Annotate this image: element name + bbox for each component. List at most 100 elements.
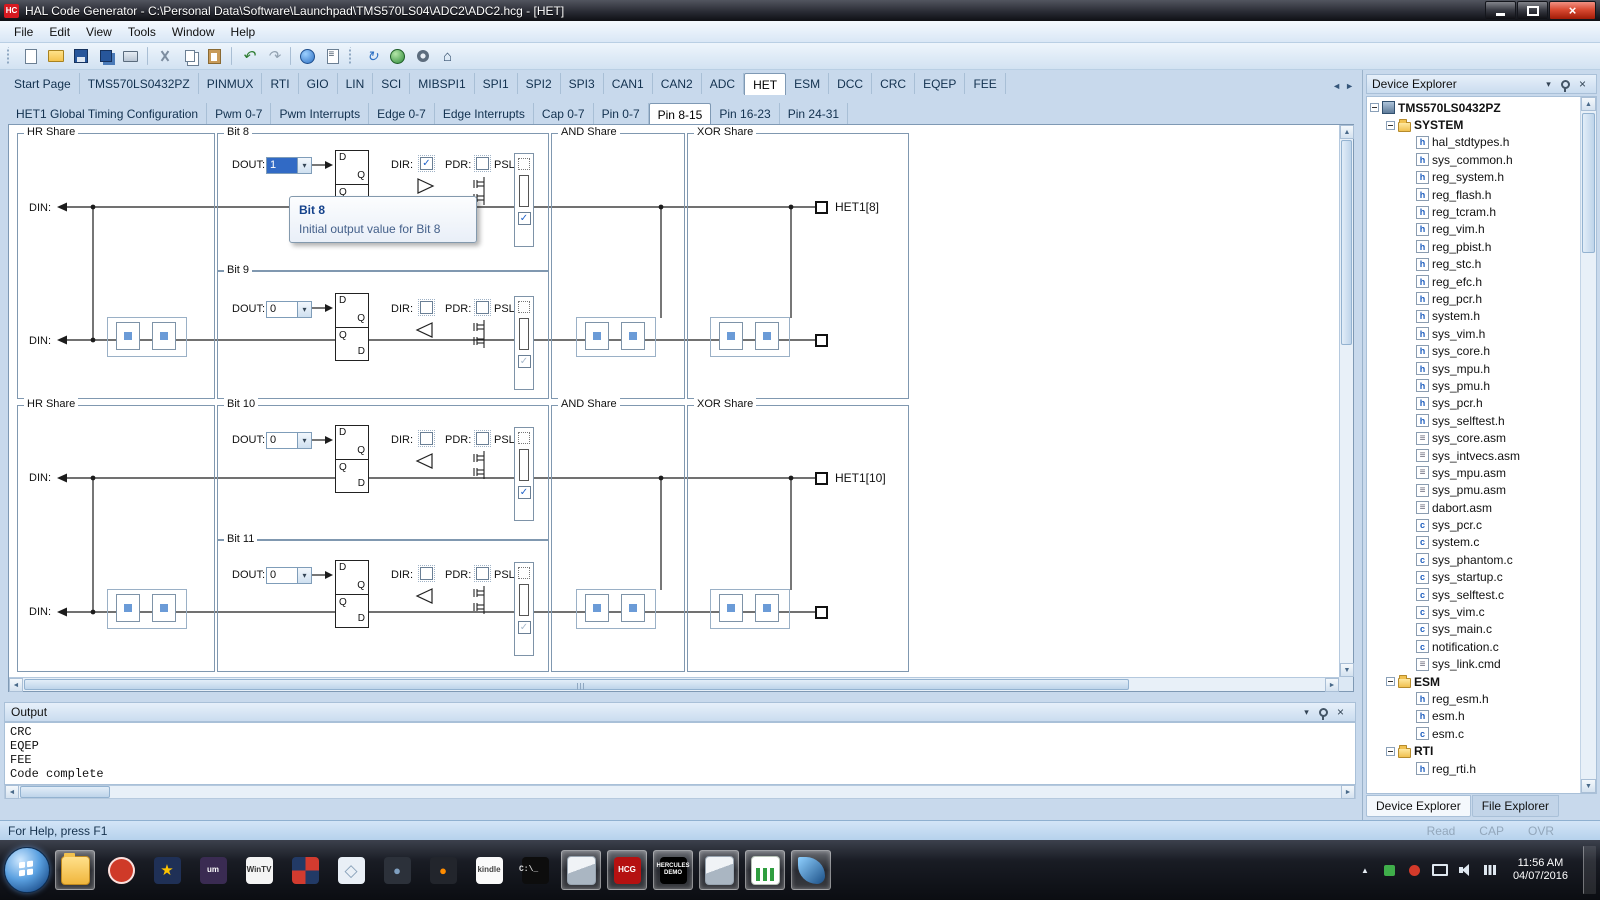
module-tab[interactable]: ADC [702, 73, 744, 94]
pdr-checkbox-bit10[interactable] [476, 432, 489, 445]
network-tray-icon[interactable] [1482, 862, 1498, 878]
het-subtab[interactable]: Edge Interrupts [435, 103, 534, 124]
cube-outline-icon[interactable] [331, 850, 371, 890]
clock[interactable]: 11:56 AM 04/07/2016 [1513, 857, 1568, 883]
tree-item[interactable]: sys_vim.h [1367, 325, 1581, 342]
psl-checkbox-bit11[interactable]: ✓ [518, 621, 531, 634]
hr-share-block[interactable] [107, 589, 187, 629]
chart-app-icon[interactable] [745, 850, 785, 890]
scroll-down-icon[interactable]: ▼ [1581, 779, 1596, 793]
tree-item[interactable]: dabort.asm [1367, 499, 1581, 516]
psl-checkbox-bit9[interactable]: ✓ [518, 355, 531, 368]
menu-item[interactable]: Edit [41, 22, 78, 42]
tree-item[interactable]: sys_link.cmd [1367, 656, 1581, 673]
tree-item[interactable]: esm.c [1367, 725, 1581, 742]
module-tab[interactable]: GIO [299, 73, 338, 94]
hr-share-block[interactable] [107, 317, 187, 357]
window-menu-icon[interactable]: ▾ [1298, 705, 1315, 720]
het-subtab[interactable]: Pwm 0-7 [207, 103, 271, 124]
tree-item[interactable]: sys_pmu.asm [1367, 482, 1581, 499]
cut-icon[interactable] [153, 45, 176, 67]
close-panel-icon[interactable]: × [1332, 705, 1349, 720]
explorer-icon[interactable] [55, 850, 95, 890]
menu-item[interactable]: Help [223, 22, 264, 42]
tree-item[interactable]: sys_pmu.h [1367, 377, 1581, 394]
pinwheel-app-icon[interactable] [285, 850, 325, 890]
module-tab[interactable]: RTI [262, 73, 298, 94]
media-player-icon[interactable] [101, 850, 141, 890]
undo-icon[interactable] [237, 45, 260, 67]
tree-item[interactable]: sys_selftest.h [1367, 412, 1581, 429]
dir-checkbox-bit8[interactable]: ✓ [420, 157, 433, 170]
module-tab[interactable]: TMS570LS0432PZ [80, 73, 199, 94]
dropdown-arrow-icon[interactable]: ▾ [297, 158, 311, 173]
menu-item[interactable]: View [78, 22, 120, 42]
tree-item[interactable]: sys_vim.c [1367, 603, 1581, 620]
separator[interactable] [290, 47, 291, 65]
het-subtab[interactable]: Pwm Interrupts [271, 103, 369, 124]
monitor-tray-icon[interactable] [1432, 862, 1448, 878]
star-app-icon[interactable] [147, 850, 187, 890]
tree-item[interactable]: sys_common.h [1367, 151, 1581, 168]
scroll-left-icon[interactable]: ◄ [5, 785, 19, 799]
module-tab[interactable]: SPI1 [475, 73, 518, 94]
settings-icon[interactable] [411, 45, 434, 67]
tree-item[interactable]: ESM [1367, 673, 1581, 690]
pdr-checkbox-bit11[interactable] [476, 567, 489, 580]
tree-scrollbar[interactable]: ▲ ▼ [1580, 97, 1596, 793]
green-app-tray-icon[interactable] [1382, 862, 1398, 878]
scroll-left-icon[interactable]: ◄ [9, 678, 23, 692]
close-button[interactable]: × [1549, 1, 1596, 20]
tree-item[interactable]: reg_system.h [1367, 169, 1581, 186]
module-tab[interactable]: SPI2 [518, 73, 561, 94]
tree-item[interactable]: sys_pcr.c [1367, 516, 1581, 533]
output-scrollbar[interactable]: ◄ ► [4, 785, 1356, 799]
scroll-right-icon[interactable]: ► [1341, 785, 1355, 799]
hidden-icons-icon[interactable] [1357, 862, 1373, 878]
dropdown-arrow-icon[interactable]: ▾ [297, 433, 311, 448]
pin-icon[interactable] [1315, 705, 1332, 720]
scroll-up-icon[interactable]: ▲ [1581, 97, 1596, 111]
expander-icon[interactable] [1386, 121, 1395, 130]
minimize-button[interactable] [1485, 1, 1516, 20]
terminal-icon[interactable]: C:\_ [515, 850, 555, 890]
hcg-icon[interactable]: HCG [607, 850, 647, 890]
pdr-checkbox-bit9[interactable] [476, 301, 489, 314]
tree-item[interactable]: sys_startup.c [1367, 569, 1581, 586]
tree-item[interactable]: reg_stc.h [1367, 256, 1581, 273]
explorer-tab[interactable]: File Explorer [1472, 795, 1559, 817]
open-file-icon[interactable] [44, 45, 67, 67]
expander-icon[interactable] [1370, 103, 1379, 112]
home-icon[interactable] [436, 45, 459, 67]
wintv-icon[interactable]: WinTV [239, 850, 279, 890]
tree-item[interactable]: reg_esm.h [1367, 690, 1581, 707]
tree-item[interactable]: reg_pcr.h [1367, 290, 1581, 307]
tree-item[interactable]: sys_mpu.asm [1367, 464, 1581, 481]
vertical-scroll-thumb[interactable] [1341, 140, 1352, 345]
module-tab[interactable]: CRC [872, 73, 915, 94]
tree-item[interactable]: SYSTEM [1367, 116, 1581, 133]
redo-icon[interactable] [262, 45, 285, 67]
module-tab[interactable]: PINMUX [199, 73, 263, 94]
menu-item[interactable]: Tools [120, 22, 164, 42]
generate-code-icon[interactable] [296, 45, 319, 67]
dropdown-arrow-icon[interactable]: ▾ [297, 568, 311, 583]
module-tab[interactable]: MIBSPI1 [410, 73, 474, 94]
save-icon[interactable] [69, 45, 92, 67]
explorer-tab[interactable]: Device Explorer [1366, 795, 1471, 817]
pdr-checkbox-bit8[interactable] [476, 157, 489, 170]
expander-icon[interactable] [1386, 747, 1395, 756]
dout-select-bit8[interactable]: 1 ▾ [266, 157, 312, 174]
feather-app-icon[interactable] [791, 850, 831, 890]
maximize-button[interactable] [1517, 1, 1548, 20]
module-tab[interactable]: EQEP [915, 73, 965, 94]
refresh-icon[interactable] [361, 45, 384, 67]
window-menu-icon[interactable]: ▾ [1540, 77, 1557, 92]
horizontal-scroll-thumb[interactable] [24, 679, 1129, 690]
new-file-icon[interactable] [19, 45, 42, 67]
scroll-right-icon[interactable]: ► [1325, 678, 1339, 692]
tabs-scroll-right-icon[interactable]: ► [1345, 81, 1354, 91]
tree-item[interactable]: sys_main.c [1367, 621, 1581, 638]
red-app-tray-icon[interactable] [1407, 862, 1423, 878]
dropdown-arrow-icon[interactable]: ▾ [297, 302, 311, 317]
